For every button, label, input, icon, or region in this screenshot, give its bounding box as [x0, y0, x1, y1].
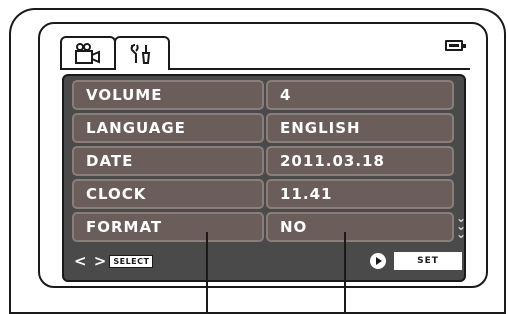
menu-row-label: FORMAT: [72, 212, 264, 242]
set-hint: SET: [370, 252, 462, 270]
menu-row-clock[interactable]: CLOCK 11.41: [72, 179, 454, 209]
menu-row-label: LANGUAGE: [72, 113, 264, 143]
menu-row-format[interactable]: FORMAT NO: [72, 212, 454, 242]
menu-row-label: DATE: [72, 146, 264, 176]
video-camera-icon: [75, 43, 100, 64]
select-hint: < > SELECT: [74, 252, 154, 270]
menu-row-value: ENGLISH: [266, 113, 454, 143]
left-right-arrows-icon: < >: [74, 252, 108, 270]
wrench-settings-icon: [130, 44, 151, 64]
menu-row-date[interactable]: DATE 2011.03.18: [72, 146, 454, 176]
callout-line-value: [344, 232, 346, 314]
play-button-icon: [370, 253, 386, 269]
menu-row-label: CLOCK: [72, 179, 264, 209]
menu-row-value: 11.41: [266, 179, 454, 209]
scroll-down-icon[interactable]: ⌄ ⌄ ⌄: [454, 212, 468, 240]
menu-row-language[interactable]: LANGUAGE ENGLISH: [72, 113, 454, 143]
set-label: SET: [394, 252, 462, 270]
menu-row-value: 2011.03.18: [266, 146, 454, 176]
tab-setup[interactable]: [114, 36, 170, 70]
tab-video[interactable]: [60, 36, 116, 70]
menu-row-value: 4: [266, 80, 454, 110]
menu-row-label: VOLUME: [72, 80, 264, 110]
callout-line-label: [206, 232, 208, 314]
active-tab-gap: [116, 68, 168, 70]
menu-row-volume[interactable]: VOLUME 4: [72, 80, 454, 110]
battery-icon: [445, 40, 466, 51]
select-label: SELECT: [109, 254, 154, 268]
menu-row-value: NO: [266, 212, 454, 242]
